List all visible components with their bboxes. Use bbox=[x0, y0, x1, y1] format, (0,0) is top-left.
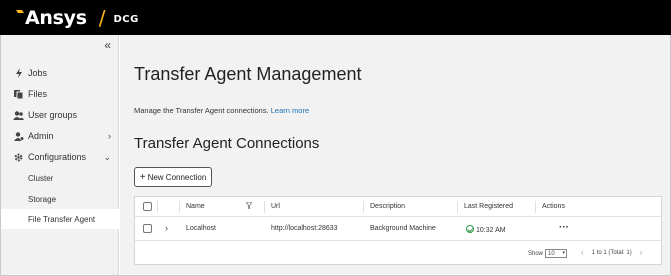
chevron-right-icon: › bbox=[108, 131, 111, 141]
last-registered-time: 10:32 AM bbox=[476, 227, 506, 234]
page-description: Manage the Transfer Agent connections. L… bbox=[134, 106, 309, 115]
sidebar-item-label: Jobs bbox=[28, 68, 48, 78]
column-separator bbox=[179, 201, 180, 213]
column-separator bbox=[264, 201, 265, 213]
sidebar-item-admin[interactable]: Admin › bbox=[1, 126, 119, 146]
sidebar-item-storage[interactable]: Storage bbox=[1, 189, 119, 209]
page-size-value: 10 bbox=[548, 250, 555, 257]
sidebar-item-user-groups[interactable]: User groups bbox=[1, 105, 119, 125]
ansys-logo-mark-icon bbox=[16, 10, 24, 13]
brand-name: Ansys bbox=[25, 7, 87, 29]
column-separator bbox=[363, 201, 364, 213]
lightning-icon bbox=[13, 68, 24, 78]
ansys-logo[interactable]: Ansys / DCG bbox=[14, 6, 139, 30]
chevron-down-icon: ▾ bbox=[562, 250, 566, 256]
sidebar-item-files[interactable]: Files bbox=[1, 84, 119, 104]
expand-row-chevron-icon[interactable]: › bbox=[165, 223, 168, 233]
sidebar-item-label: Cluster bbox=[28, 173, 54, 183]
chevron-down-icon: ⌄ bbox=[103, 151, 111, 162]
sidebar-item-file-transfer-agent[interactable]: File Transfer Agent bbox=[1, 209, 119, 229]
column-header-name[interactable]: Name bbox=[186, 203, 205, 210]
row-actions-menu-icon[interactable]: ··· bbox=[559, 222, 569, 233]
gear-icon bbox=[13, 153, 24, 162]
sidebar-item-cluster[interactable]: Cluster bbox=[1, 168, 119, 188]
column-separator bbox=[457, 201, 458, 213]
files-icon bbox=[13, 89, 24, 99]
description-text: Manage the Transfer Agent connections. bbox=[134, 106, 269, 115]
cell-last-registered: 10:32 AM bbox=[466, 225, 506, 234]
users-icon bbox=[13, 110, 24, 120]
sidebar-item-label: Files bbox=[28, 89, 48, 99]
column-header-description[interactable]: Description bbox=[370, 203, 405, 210]
cell-description: Background Machine bbox=[370, 225, 436, 232]
main-content: Transfer Agent Management Manage the Tra… bbox=[120, 35, 670, 275]
filter-icon[interactable] bbox=[245, 201, 253, 211]
column-separator bbox=[157, 201, 158, 213]
check-circle-icon bbox=[466, 225, 474, 233]
cell-url: http://localhost:28633 bbox=[271, 225, 338, 232]
row-checkbox[interactable] bbox=[143, 224, 152, 233]
new-connection-label: New Connection bbox=[147, 172, 207, 182]
table-footer: Show 10 ▾ ‹ 1 to 1 (Total: 1) › bbox=[135, 242, 661, 265]
sidebar-item-label: Configurations bbox=[28, 152, 87, 162]
sidebar-item-label: Admin bbox=[28, 131, 54, 141]
top-bar: Ansys / DCG bbox=[0, 0, 671, 35]
new-connection-button[interactable]: + New Connection bbox=[134, 167, 212, 187]
sidebar-item-label: Storage bbox=[28, 194, 57, 204]
logo-separator: / bbox=[98, 6, 106, 30]
table-row[interactable]: › Localhost http://localhost:28633 Backg… bbox=[135, 217, 661, 241]
connections-table: Name Url Description Last Registered Act… bbox=[134, 196, 662, 265]
section-title: Transfer Agent Connections bbox=[134, 135, 320, 152]
sidebar-item-label: User groups bbox=[28, 110, 78, 120]
page-size-control: Show 10 ▾ bbox=[528, 249, 568, 258]
column-header-last-registered[interactable]: Last Registered bbox=[464, 203, 513, 210]
sidebar-item-configurations[interactable]: Configurations ⌄ bbox=[1, 147, 119, 167]
previous-page-icon[interactable]: ‹ bbox=[581, 248, 584, 257]
page-size-select[interactable]: 10 ▾ bbox=[545, 249, 568, 258]
cell-name: Localhost bbox=[186, 225, 216, 232]
learn-more-link[interactable]: Learn more bbox=[271, 106, 309, 115]
page-title: Transfer Agent Management bbox=[134, 64, 362, 84]
column-header-url[interactable]: Url bbox=[271, 203, 280, 210]
column-header-actions: Actions bbox=[542, 203, 565, 210]
sidebar-item-jobs[interactable]: Jobs bbox=[1, 63, 119, 83]
next-page-icon[interactable]: › bbox=[640, 248, 643, 257]
select-all-checkbox[interactable] bbox=[143, 202, 152, 211]
plus-icon: + bbox=[139, 171, 146, 183]
page-range-text: 1 to 1 (Total: 1) bbox=[591, 249, 632, 256]
column-separator bbox=[535, 201, 536, 213]
table-header: Name Url Description Last Registered Act… bbox=[135, 197, 661, 217]
show-label: Show bbox=[528, 250, 544, 257]
product-name: DCG bbox=[113, 14, 139, 25]
admin-icon bbox=[13, 131, 24, 141]
sidebar: « Jobs Files User groups Admin › Configu… bbox=[1, 35, 119, 275]
pagination: ‹ 1 to 1 (Total: 1) › bbox=[581, 248, 642, 257]
collapse-sidebar-icon[interactable]: « bbox=[104, 38, 111, 52]
sidebar-item-label: File Transfer Agent bbox=[28, 214, 96, 224]
